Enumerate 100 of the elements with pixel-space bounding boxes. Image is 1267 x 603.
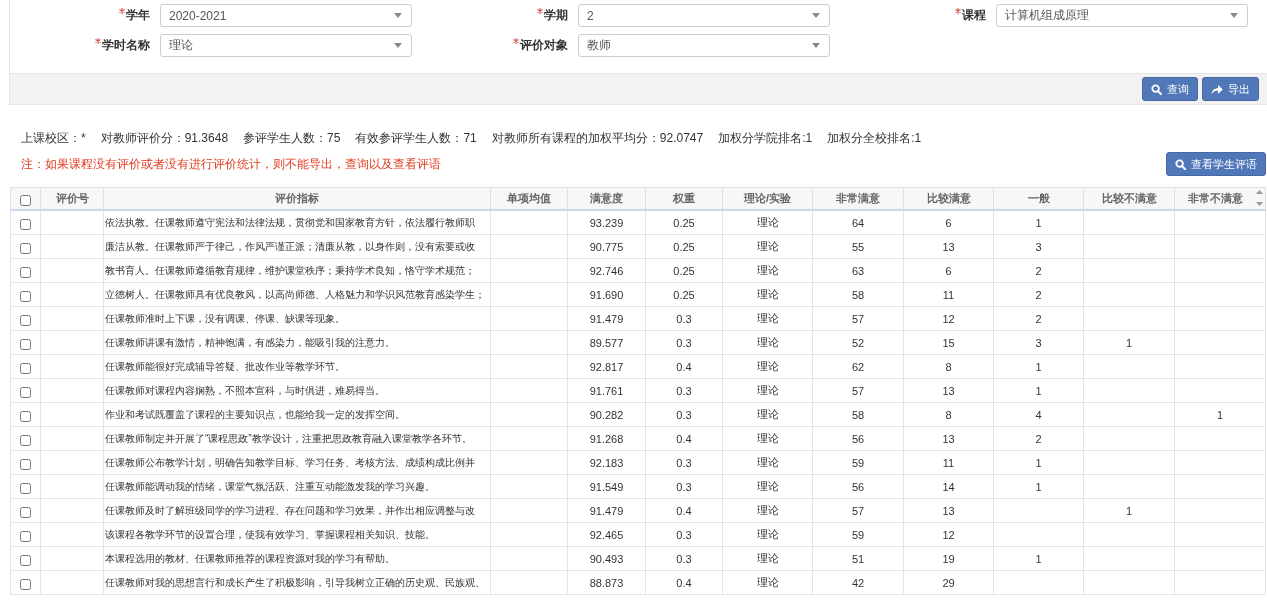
caret-icon — [1230, 13, 1238, 18]
stat-text: 加权分全校排名:1 — [827, 131, 922, 145]
table-cell: 15 — [903, 330, 994, 355]
row-checkbox[interactable] — [20, 435, 31, 446]
table-cell: 理论 — [722, 282, 813, 307]
stat-text: 对教师所有课程的加权平均分：92.0747 — [491, 131, 704, 145]
table-cell: 理论 — [722, 330, 813, 355]
row-checkbox[interactable] — [20, 267, 31, 278]
row-checkbox[interactable] — [20, 219, 31, 230]
table-cell: 11 — [903, 282, 994, 307]
table-cell: 64 — [812, 210, 904, 235]
table-cell: 理论 — [722, 570, 813, 595]
table-cell: 该课程各教学环节的设置合理，使我有效学习、掌握课程相关知识、技能。 — [103, 522, 491, 547]
table-cell: 92.746 — [567, 258, 646, 283]
field-label: 评价对象 — [520, 37, 568, 54]
select-field[interactable]: 2020-2021 — [160, 4, 412, 27]
query-button[interactable]: 查询 — [1142, 77, 1198, 101]
table-cell: 2 — [993, 282, 1084, 307]
table-cell: 廉洁从教。任课教师严于律己，作风严谨正派；清廉从教，以身作则，没有索要或收 — [103, 234, 491, 259]
table-cell: 理论 — [722, 498, 813, 523]
table-cell: 55 — [812, 234, 904, 259]
table-cell: 0.3 — [645, 546, 723, 571]
row-checkbox[interactable] — [20, 339, 31, 350]
table-cell: 13 — [903, 498, 994, 523]
row-checkbox[interactable] — [20, 459, 31, 470]
row-checkbox[interactable] — [20, 579, 31, 590]
table-cell: 0.3 — [645, 378, 723, 403]
table-cell: 理论 — [722, 522, 813, 547]
table-cell: 0.3 — [645, 402, 723, 427]
column-header: 非常不满意 — [1174, 187, 1266, 210]
table-cell: 1 — [993, 378, 1084, 403]
table-cell: 57 — [812, 378, 904, 403]
row-checkbox[interactable] — [20, 507, 31, 518]
table-cell: 依法执教。任课教师遵守宪法和法律法规，贯彻党和国家教育方针，依法履行教师职 — [103, 210, 491, 235]
scroll-up-icon[interactable] — [1256, 190, 1263, 194]
select-field[interactable]: 教师 — [578, 34, 830, 57]
column-header: 满意度 — [567, 187, 646, 210]
table-cell: 57 — [812, 498, 904, 523]
stat-text: 对教师评价分：91.3648 — [100, 131, 229, 145]
table-cell: 13 — [903, 426, 994, 451]
table-cell: 理论 — [722, 258, 813, 283]
table-cell: 任课教师能调动我的情绪，课堂气氛活跃、注重互动能激发我的学习兴趣。 — [103, 474, 491, 499]
select-all-checkbox[interactable] — [20, 195, 31, 206]
table-cell: 62 — [812, 354, 904, 379]
table-cell: 理论 — [722, 546, 813, 571]
table-cell: 任课教师对课程内容娴熟，不照本宣科，与时俱进，难易得当。 — [103, 378, 491, 403]
field-label: 学年 — [126, 7, 150, 24]
table-cell: 0.3 — [645, 306, 723, 331]
table-cell: 56 — [812, 426, 904, 451]
table-cell: 52 — [812, 330, 904, 355]
table-cell: 0.4 — [645, 498, 723, 523]
table-cell: 3 — [993, 234, 1084, 259]
table-cell: 63 — [812, 258, 904, 283]
field-label: 学期 — [544, 7, 568, 24]
select-field[interactable]: 计算机组成原理 — [996, 4, 1248, 27]
table-cell: 理论 — [722, 354, 813, 379]
table-cell: 任课教师制定并开展了“课程思政”教学设计，注重把思政教育融入课堂教学各环节。 — [103, 426, 491, 451]
row-checkbox[interactable] — [20, 315, 31, 326]
table-cell: 13 — [903, 234, 994, 259]
row-checkbox[interactable] — [20, 363, 31, 374]
select-field[interactable]: 2 — [578, 4, 830, 27]
select-field[interactable]: 理论 — [160, 34, 412, 57]
table-cell: 任课教师公布教学计划，明确告知教学目标、学习任务、考核方法、成绩构成比例并 — [103, 450, 491, 475]
stat-text: 参评学生人数：75 — [243, 131, 341, 145]
row-checkbox[interactable] — [20, 387, 31, 398]
table-cell: 4 — [993, 402, 1084, 427]
row-checkbox[interactable] — [20, 531, 31, 542]
table-cell: 51 — [812, 546, 904, 571]
column-header: 理论/实验 — [722, 187, 813, 210]
table-cell: 教书育人。任课教师遵循教育规律，维护课堂秩序；秉持学术良知，恪守学术规范； — [103, 258, 491, 283]
table-cell: 理论 — [722, 306, 813, 331]
note-text: 注：如果课程没有评价或者没有进行评价统计，则不能导出，查询以及查看评语 — [21, 155, 441, 173]
stat-text: 上课校区：* — [21, 131, 86, 145]
table-cell: 立德树人。任课教师具有优良教风，以高尚师德、人格魅力和学识风范教育感染学生； — [103, 282, 491, 307]
stat-text: 加权分学院排名:1 — [718, 131, 813, 145]
caret-icon — [812, 43, 820, 48]
view-comments-button[interactable]: 查看学生评语 — [1166, 152, 1266, 176]
table-cell: 理论 — [722, 426, 813, 451]
table-cell: 90.282 — [567, 402, 646, 427]
table-cell: 0.4 — [645, 354, 723, 379]
table-cell: 91.268 — [567, 426, 646, 451]
table-cell: 91.479 — [567, 306, 646, 331]
table-cell: 本课程选用的教材、任课教师推荐的课程资源对我的学习有帮助。 — [103, 546, 491, 571]
row-checkbox[interactable] — [20, 291, 31, 302]
row-checkbox[interactable] — [20, 411, 31, 422]
export-button[interactable]: 导出 — [1202, 77, 1259, 101]
table-cell: 0.25 — [645, 210, 723, 235]
caret-icon — [812, 13, 820, 18]
column-header: 一般 — [993, 187, 1084, 210]
table-cell: 14 — [903, 474, 994, 499]
scroll-down-icon[interactable] — [1256, 202, 1263, 206]
table-cell: 59 — [812, 522, 904, 547]
table-cell: 0.3 — [645, 330, 723, 355]
table-cell: 19 — [903, 546, 994, 571]
row-checkbox[interactable] — [20, 243, 31, 254]
table-cell: 92.183 — [567, 450, 646, 475]
table-cell: 任课教师准时上下课，没有调课、停课、缺课等现象。 — [103, 306, 491, 331]
row-checkbox[interactable] — [20, 555, 31, 566]
row-checkbox[interactable] — [20, 483, 31, 494]
table-cell: 理论 — [722, 234, 813, 259]
